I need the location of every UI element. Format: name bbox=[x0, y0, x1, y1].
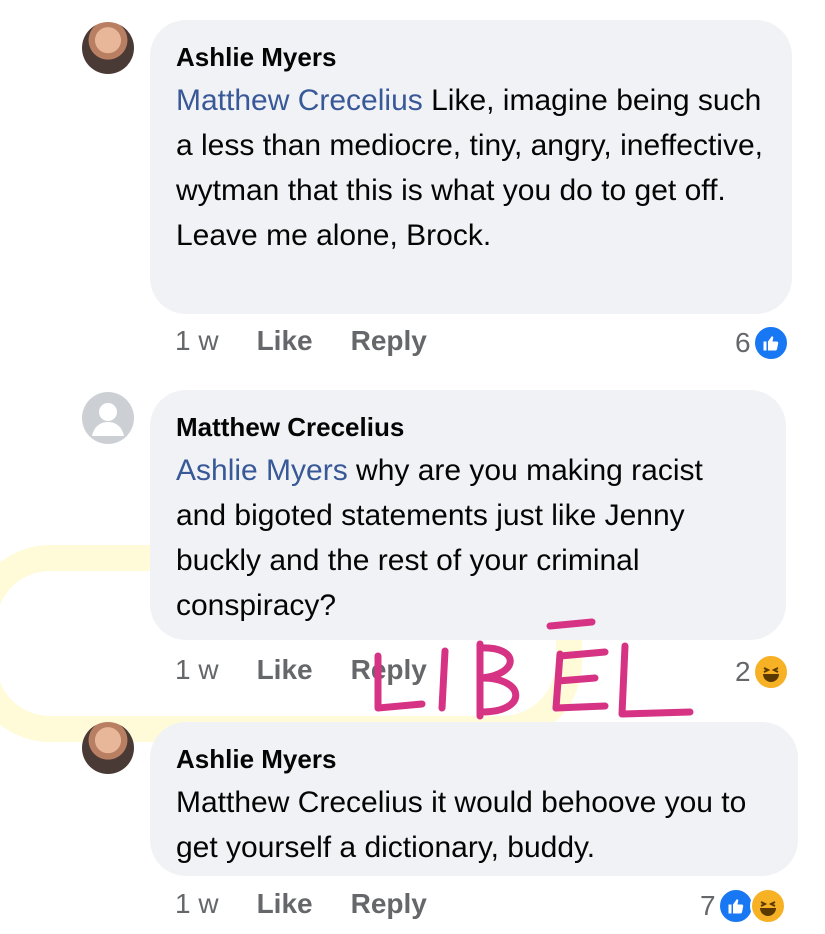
default-avatar-icon bbox=[92, 403, 124, 436]
comment-author[interactable]: Matthew Crecelius bbox=[176, 410, 760, 444]
like-button[interactable]: Like bbox=[257, 654, 313, 686]
avatar[interactable] bbox=[82, 22, 134, 74]
comment-text: Matthew Crecelius it would behoove you t… bbox=[176, 780, 772, 870]
mention-link[interactable]: Ashlie Myers bbox=[176, 454, 348, 487]
comment-body: Matthew Crecelius it would behoove you t… bbox=[176, 786, 747, 864]
reply-button[interactable]: Reply bbox=[351, 654, 427, 686]
timestamp[interactable]: 1 w bbox=[175, 654, 219, 686]
reaction-count: 7 bbox=[700, 890, 716, 921]
avatar[interactable] bbox=[82, 722, 134, 774]
reply-button[interactable]: Reply bbox=[351, 325, 427, 357]
reaction-summary[interactable]: 2 bbox=[735, 654, 789, 690]
reply-button[interactable]: Reply bbox=[351, 888, 427, 920]
reaction-summary[interactable]: 7 bbox=[700, 888, 786, 924]
comment-meta: 1 w Like Reply bbox=[175, 654, 465, 686]
mention-link[interactable]: Matthew Crecelius bbox=[176, 84, 423, 117]
like-button[interactable]: Like bbox=[257, 888, 313, 920]
comment-bubble: Ashlie Myers Matthew Crecelius it would … bbox=[150, 722, 798, 876]
reaction-count: 2 bbox=[735, 656, 751, 687]
like-button[interactable]: Like bbox=[257, 325, 313, 357]
avatar[interactable] bbox=[82, 392, 134, 444]
comment-bubble: Ashlie Myers Matthew Crecelius Like, ima… bbox=[150, 20, 792, 314]
timestamp[interactable]: 1 w bbox=[175, 888, 219, 920]
comment-author[interactable]: Ashlie Myers bbox=[176, 40, 766, 74]
timestamp[interactable]: 1 w bbox=[175, 325, 219, 357]
comment-meta: 1 w Like Reply bbox=[175, 888, 465, 920]
like-icon bbox=[717, 888, 754, 924]
comment-bubble: Matthew Crecelius Ashlie Myers why are y… bbox=[150, 390, 786, 640]
comment-author[interactable]: Ashlie Myers bbox=[176, 742, 772, 776]
comment-meta: 1 w Like Reply bbox=[175, 325, 465, 357]
haha-icon bbox=[752, 654, 789, 690]
haha-icon bbox=[749, 888, 786, 924]
reaction-summary[interactable]: 6 bbox=[735, 325, 789, 361]
comment-text: Ashlie Myers why are you making racist a… bbox=[176, 448, 760, 628]
like-icon bbox=[752, 325, 789, 361]
comment-text: Matthew Crecelius Like, imagine being su… bbox=[176, 78, 766, 258]
reaction-count: 6 bbox=[735, 327, 751, 358]
